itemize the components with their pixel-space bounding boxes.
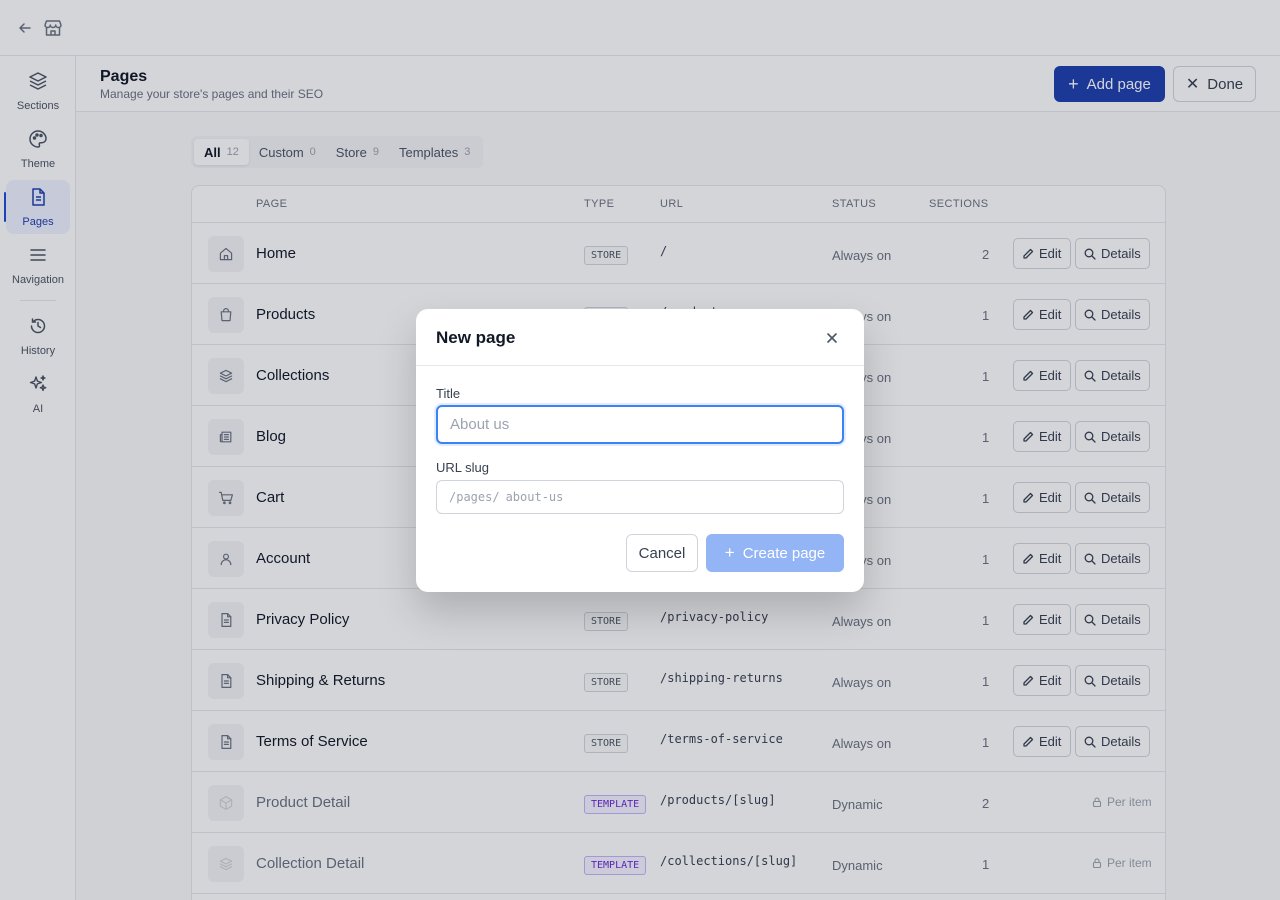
title-input[interactable] — [436, 405, 844, 444]
cancel-button[interactable]: Cancel — [626, 534, 698, 572]
slug-field-label: URL slug — [436, 460, 489, 475]
create-page-label: Create page — [742, 544, 826, 562]
plus-icon: + — [724, 543, 735, 562]
dialog-header: New page — [416, 309, 864, 366]
slug-field[interactable]: /pages/ — [436, 480, 844, 514]
slug-input[interactable] — [505, 490, 831, 504]
new-page-dialog: New page Title URL slug /pages/ Cancel +… — [416, 309, 864, 592]
slug-prefix: /pages/ — [449, 490, 500, 504]
create-page-button[interactable]: + Create page — [706, 534, 844, 572]
close-icon[interactable] — [822, 328, 842, 348]
title-field-label: Title — [436, 386, 461, 401]
dialog-title: New page — [436, 328, 516, 347]
